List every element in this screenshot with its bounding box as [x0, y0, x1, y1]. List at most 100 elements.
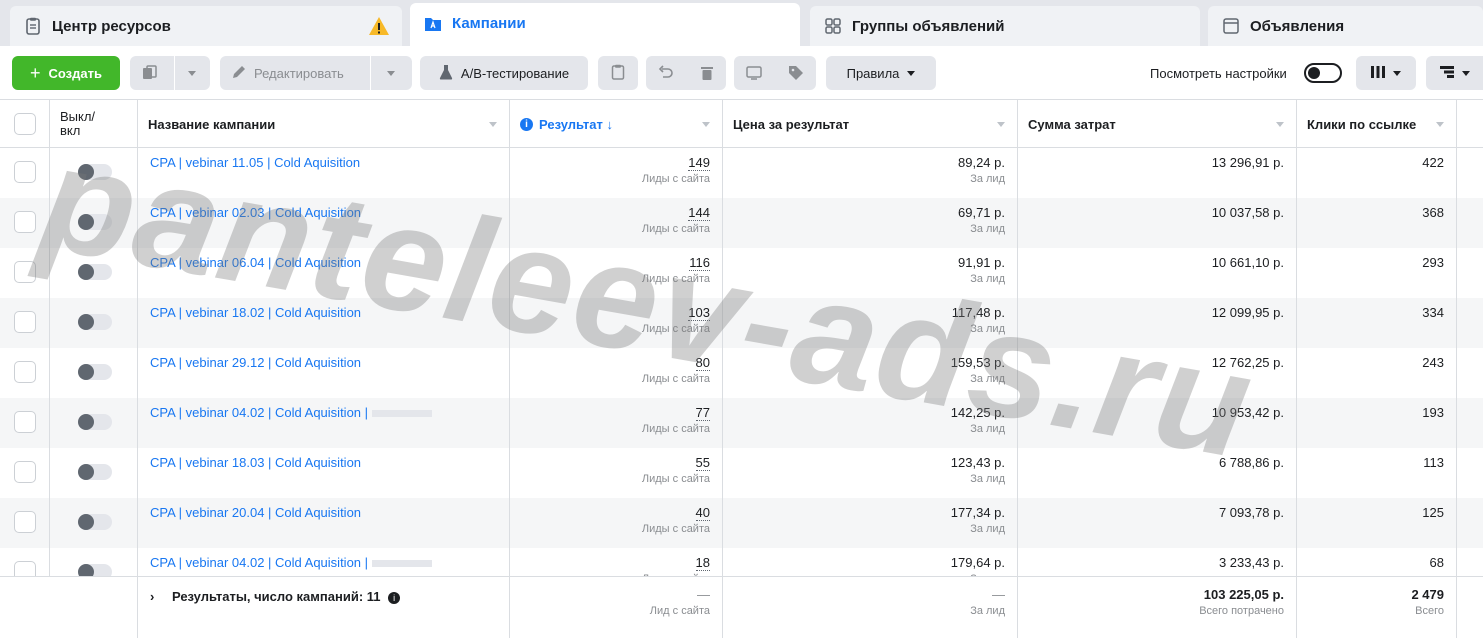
row-checkbox[interactable]	[14, 361, 36, 383]
warning-icon[interactable]	[368, 16, 390, 40]
row-checkbox[interactable]	[14, 211, 36, 233]
row-cost-per-result-cell: 89,24 р. За лид	[723, 148, 1018, 198]
campaign-toggle[interactable]	[78, 314, 112, 330]
header-label: Цена за результат	[733, 116, 850, 132]
row-result-cell: 144 Лиды с сайта	[510, 198, 723, 248]
row-checkbox[interactable]	[14, 461, 36, 483]
campaign-toggle[interactable]	[78, 414, 112, 430]
footer-value: —	[697, 587, 710, 602]
header-label: Сумма затрат	[1028, 116, 1116, 132]
tab-ad-sets[interactable]: Группы объявлений	[810, 6, 1200, 46]
campaign-name-link[interactable]: CPA | vebinar 18.02 | Cold Aquisition	[150, 305, 361, 320]
campaign-name-link[interactable]: CPA | vebinar 29.12 | Cold Aquisition	[150, 355, 361, 370]
row-onoff-cell	[50, 198, 138, 248]
amount-spent-value: 7 093,78 р.	[1218, 505, 1284, 520]
tab-campaigns[interactable]: Кампании	[410, 3, 800, 48]
result-value[interactable]: 77	[695, 405, 710, 421]
campaign-toggle[interactable]	[78, 514, 112, 530]
row-onoff-cell	[50, 548, 138, 576]
undo-button[interactable]	[646, 56, 726, 90]
campaign-toggle[interactable]	[78, 264, 112, 280]
row-link-clicks-cell: 293	[1297, 248, 1457, 298]
table-row[interactable]: CPA | vebinar 18.02 | Cold Aquisition 103…	[0, 298, 1483, 348]
columns-button[interactable]	[1356, 56, 1416, 90]
result-value[interactable]: 80	[695, 355, 710, 371]
row-link-clicks-cell: 113	[1297, 448, 1457, 498]
campaign-name-link[interactable]: CPA | vebinar 20.04 | Cold Aquisition	[150, 505, 361, 520]
header-amount-spent[interactable]: Сумма затрат	[1018, 100, 1297, 148]
link-clicks-value: 193	[1422, 405, 1444, 420]
campaign-name-link[interactable]: CPA | vebinar 18.03 | Cold Aquisition	[150, 455, 361, 470]
link-clicks-value: 68	[1429, 555, 1444, 570]
campaign-toggle[interactable]	[78, 464, 112, 480]
table-row[interactable]: CPA | vebinar 06.04 | Cold Aquisition 116…	[0, 248, 1483, 298]
table-footer: › Результаты, число кампаний: 11 i — Лид…	[0, 576, 1483, 638]
row-select-cell	[0, 348, 50, 398]
row-checkbox[interactable]	[14, 511, 36, 533]
table-row[interactable]: CPA | vebinar 04.02 | Cold Aquisition | 7…	[0, 398, 1483, 448]
create-button[interactable]: + Создать	[12, 56, 120, 90]
trash-icon	[700, 65, 714, 84]
result-value[interactable]: 144	[688, 205, 710, 221]
table-row[interactable]: CPA | vebinar 29.12 | Cold Aquisition 80 Л…	[0, 348, 1483, 398]
table-row[interactable]: CPA | vebinar 18.03 | Cold Aquisition 55 Л…	[0, 448, 1483, 498]
row-name-cell: CPA | vebinar 18.02 | Cold Aquisition	[138, 298, 510, 348]
row-checkbox[interactable]	[14, 261, 36, 283]
table-row[interactable]: CPA | vebinar 11.05 | Cold Aquisition 149…	[0, 148, 1483, 198]
campaign-toggle[interactable]	[78, 164, 112, 180]
row-checkbox[interactable]	[14, 561, 36, 576]
duplicate-button[interactable]	[130, 56, 210, 90]
chevron-down-icon	[1461, 70, 1470, 76]
ab-test-button[interactable]: A/B-тестирование	[420, 56, 588, 90]
breakdown-button[interactable]	[1426, 56, 1483, 90]
result-value[interactable]: 103	[688, 305, 710, 321]
row-result-cell: 77 Лиды с сайта	[510, 398, 723, 448]
row-checkbox[interactable]	[14, 311, 36, 333]
row-name-cell: CPA | vebinar 29.12 | Cold Aquisition	[138, 348, 510, 398]
header-label: Результат ↓	[539, 116, 613, 132]
row-select-cell	[0, 148, 50, 198]
cost-per-result-type: За лид	[970, 223, 1005, 235]
row-checkbox[interactable]	[14, 161, 36, 183]
tab-ads[interactable]: Объявления	[1208, 6, 1483, 46]
row-name-cell: CPA | vebinar 04.02 | Cold Aquisition |	[138, 398, 510, 448]
row-result-cell: 18Лиды с сайта	[510, 548, 723, 576]
row-checkbox[interactable]	[14, 411, 36, 433]
view-settings-toggle[interactable]	[1304, 63, 1342, 83]
edit-button[interactable]: Редактировать	[220, 56, 412, 90]
edit-label: Редактировать	[254, 65, 344, 81]
campaign-toggle[interactable]	[78, 364, 112, 380]
rules-button[interactable]: Правила	[826, 56, 936, 90]
tab-label: Группы объявлений	[852, 17, 1005, 35]
campaign-name-link[interactable]: CPA | vebinar 04.02 | Cold Aquisition |	[150, 555, 433, 570]
result-value[interactable]: 116	[689, 255, 710, 271]
tab-resource-center[interactable]: Центр ресурсов	[10, 6, 402, 46]
table-row[interactable]: CPA | vebinar 04.02 | Cold Aquisition | 1…	[0, 548, 1483, 576]
table-row[interactable]: CPA | vebinar 02.03 | Cold Aquisition 144…	[0, 198, 1483, 248]
campaign-name-link[interactable]: CPA | vebinar 02.03 | Cold Aquisition	[150, 205, 361, 220]
result-value[interactable]: 55	[695, 455, 710, 471]
chevron-right-icon[interactable]: ›	[150, 589, 154, 604]
header-result[interactable]: i Результат ↓	[510, 100, 723, 148]
footer-sub: За лид	[970, 605, 1005, 617]
breakdown-icon	[1439, 65, 1454, 81]
campaign-name-link[interactable]: CPA | vebinar 04.02 | Cold Aquisition |	[150, 405, 433, 420]
campaign-name-link[interactable]: CPA | vebinar 06.04 | Cold Aquisition	[150, 255, 361, 270]
row-result-cell: 40 Лиды с сайта	[510, 498, 723, 548]
campaign-toggle[interactable]	[78, 214, 112, 230]
row-result-cell: 55 Лиды с сайта	[510, 448, 723, 498]
row-link-clicks-cell: 422	[1297, 148, 1457, 198]
result-value[interactable]: 40	[695, 505, 710, 521]
header-campaign-name[interactable]: Название кампании	[138, 100, 510, 148]
header-cost-per-result[interactable]: Цена за результат	[723, 100, 1018, 148]
result-value[interactable]: 18	[695, 555, 710, 571]
header-link-clicks[interactable]: Клики по ссылке	[1297, 100, 1457, 148]
preview-button[interactable]	[734, 56, 816, 90]
select-all-checkbox[interactable]	[14, 113, 36, 135]
campaign-name-link[interactable]: CPA | vebinar 11.05 | Cold Aquisition	[150, 155, 360, 170]
table-row[interactable]: CPA | vebinar 20.04 | Cold Aquisition 40 Л…	[0, 498, 1483, 548]
report-button[interactable]	[598, 56, 638, 90]
campaign-toggle[interactable]	[78, 564, 112, 576]
cost-per-result-type: За лид	[970, 523, 1005, 535]
result-value[interactable]: 149	[688, 155, 710, 171]
